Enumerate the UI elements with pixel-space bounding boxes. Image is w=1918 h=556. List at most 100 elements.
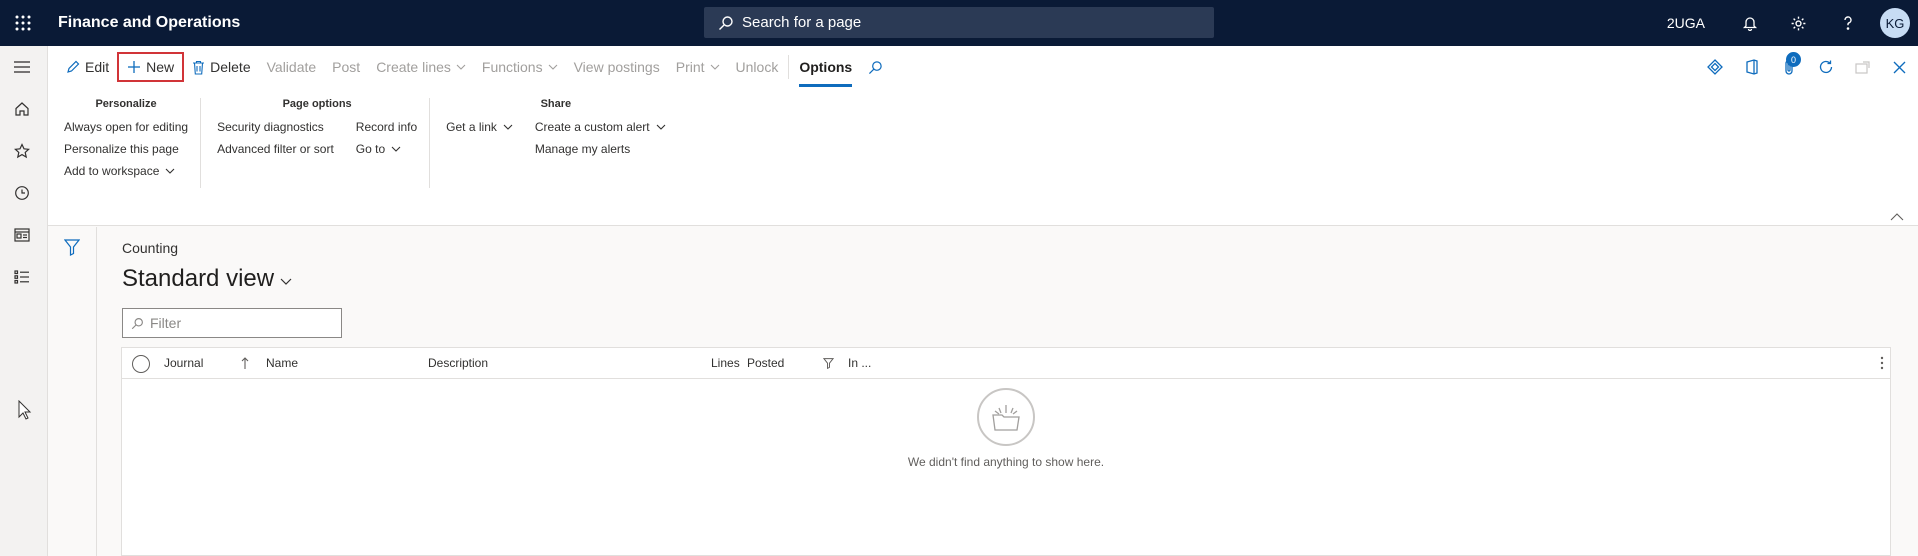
user-avatar[interactable]: KG [1880,8,1910,38]
group-title-page-options: Page options [282,98,352,110]
options-label: Options [799,59,853,75]
search-icon [719,15,733,30]
column-filter-funnel-icon[interactable] [823,358,834,369]
select-all-checkbox[interactable] [132,355,150,373]
recent-clock-icon[interactable] [0,172,44,214]
chevron-down-icon [548,64,557,70]
refresh-icon[interactable] [1807,46,1844,88]
open-new-window-icon[interactable] [1844,46,1881,88]
personalize-this-page-button[interactable]: Personalize this page [64,138,188,160]
page-caption: Counting [122,240,179,256]
filter-pane [48,227,97,556]
group-title-share: Share [540,98,572,110]
notifications-bell-icon[interactable] [1725,0,1774,46]
top-bar: Finance and Operations Search for a page… [0,0,1918,46]
page-search-input[interactable]: Search for a page [704,7,1214,38]
search-icon [131,317,143,329]
print-menu[interactable]: Print [668,52,728,82]
more-options-vertical-icon[interactable] [1880,356,1884,370]
always-open-for-editing-button[interactable]: Always open for editing [64,116,188,138]
add-to-workspace-label: Add to workspace [64,164,160,178]
workspaces-icon[interactable] [0,214,44,256]
tab-options[interactable]: Options [791,52,860,87]
pencil-icon [67,60,80,73]
unlock-button[interactable]: Unlock [728,52,787,82]
view-postings-button[interactable]: View postings [566,52,668,82]
column-header-lines[interactable]: Lines [711,348,740,379]
validate-label: Validate [266,59,317,75]
personalize-group: Personalize Always open for editing Pers… [48,98,202,188]
print-label: Print [675,59,705,75]
divider [788,55,790,79]
create-lines-label: Create lines [376,59,451,75]
action-pane: Edit New Delete Validate Post Create lin… [48,46,1918,226]
hamburger-menu-icon[interactable] [0,46,44,88]
manage-my-alerts-button[interactable]: Manage my alerts [535,138,666,160]
trash-icon [193,60,205,75]
post-label: Post [332,59,361,75]
validate-button[interactable]: Validate [259,52,325,82]
empty-folder-icon [977,388,1035,446]
column-header-name[interactable]: Name [266,348,298,379]
record-info-button[interactable]: Record info [356,116,417,138]
chevron-down-icon [503,124,513,130]
chevron-down-icon [656,124,665,130]
column-header-in-use[interactable]: In ... [848,348,871,379]
delete-label: Delete [210,59,251,75]
empty-state: We didn't find anything to show here. [122,388,1890,469]
new-label: New [146,59,175,75]
create-lines-menu[interactable]: Create lines [368,52,474,82]
left-navigation [0,46,48,556]
create-custom-alert-menu[interactable]: Create a custom alert [535,116,666,138]
new-button[interactable]: New [117,52,185,82]
plus-icon [128,61,141,73]
filter-funnel-icon[interactable] [64,239,80,256]
company-picker[interactable]: 2UGA [1667,15,1705,31]
add-to-workspace-menu[interactable]: Add to workspace [64,160,188,182]
create-custom-alert-label: Create a custom alert [534,120,650,134]
column-header-posted[interactable]: Posted [747,348,784,379]
advanced-filter-button[interactable]: Advanced filter or sort [217,138,334,160]
power-apps-diamond-icon[interactable] [1696,46,1733,88]
go-to-label: Go to [355,142,386,156]
post-button[interactable]: Post [324,52,368,82]
attachments-icon[interactable]: 0 [1770,46,1807,88]
get-a-link-label: Get a link [446,120,497,134]
chevron-down-icon [391,146,401,152]
favorites-star-icon[interactable] [0,130,44,172]
go-to-menu[interactable]: Go to [356,138,417,160]
grid-filter-input[interactable]: Filter [122,308,342,338]
options-ribbon: Personalize Always open for editing Pers… [48,98,678,188]
column-header-description[interactable]: Description [428,348,488,379]
edit-button[interactable]: Edit [58,52,117,82]
chevron-down-icon [710,64,719,70]
get-a-link-menu[interactable]: Get a link [446,116,513,138]
search-placeholder: Search for a page [742,14,862,31]
filter-placeholder: Filter [150,315,182,331]
view-postings-label: View postings [573,59,660,75]
edit-label: Edit [85,59,110,75]
settings-gear-icon[interactable] [1774,0,1823,46]
app-title[interactable]: Finance and Operations [58,14,240,32]
journal-grid: Journal Name Description Lines Posted In… [121,347,1891,556]
help-icon[interactable] [1823,0,1872,46]
attachments-count-badge: 0 [1786,52,1801,67]
collapse-ribbon-chevron-up-icon[interactable] [1890,213,1904,221]
close-icon[interactable] [1881,46,1918,88]
view-selector[interactable]: Standard view [122,265,292,293]
security-diagnostics-button[interactable]: Security diagnostics [217,116,334,138]
share-group: Share Get a link Create a custom alert M… [430,98,677,188]
column-header-journal[interactable]: Journal [164,348,203,379]
functions-menu[interactable]: Functions [474,52,566,82]
functions-label: Functions [481,59,543,75]
delete-button[interactable]: Delete [184,52,258,82]
sort-ascending-arrow-icon[interactable] [241,357,249,370]
empty-message: We didn't find anything to show here. [907,455,1105,469]
office-icon[interactable] [1733,46,1770,88]
modules-list-icon[interactable] [0,256,44,298]
app-launcher-icon[interactable] [0,0,46,46]
home-icon[interactable] [0,88,44,130]
action-bar: Edit New Delete Validate Post Create lin… [48,46,1918,88]
chevron-down-icon [456,64,466,70]
action-search-button[interactable] [860,52,896,82]
